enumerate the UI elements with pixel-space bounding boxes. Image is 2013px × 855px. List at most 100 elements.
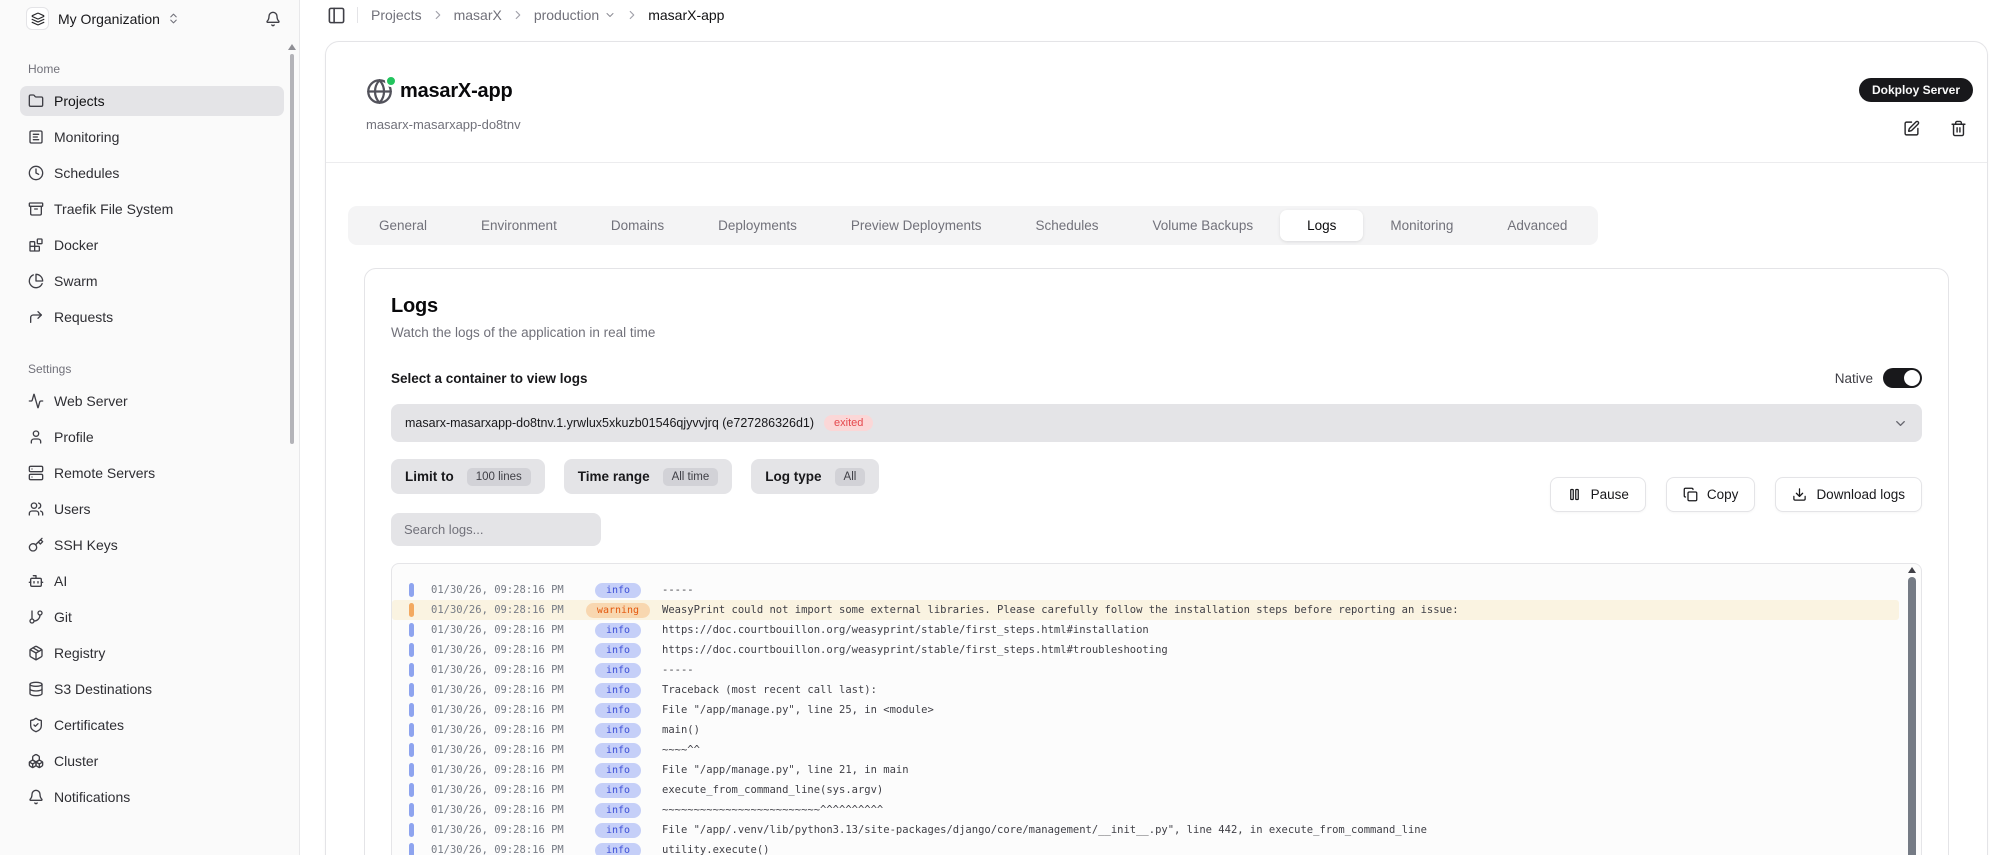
org-switcher[interactable]: My Organization (0, 0, 299, 32)
scrollbar-up-arrow[interactable] (1908, 567, 1916, 573)
sidebar-item-projects[interactable]: Projects (20, 86, 284, 116)
sidebar-item-notifications[interactable]: Notifications (20, 782, 284, 812)
search-logs-input[interactable] (391, 513, 601, 546)
sidebar-item-cluster[interactable]: Cluster (20, 746, 284, 776)
tab-general[interactable]: General (352, 210, 454, 241)
log-row: 01/30/26, 09:28:16 PMinfoFile "/app/mana… (392, 760, 1899, 780)
breadcrumb: Projects masarX production masarX-app (371, 7, 724, 23)
sidebar-item-traefik-file-system[interactable]: Traefik File System (20, 194, 284, 224)
sidebar-item-monitoring[interactable]: Monitoring (20, 122, 284, 152)
git-branch-icon (28, 609, 44, 625)
sidebar-scrollbar[interactable] (288, 44, 296, 444)
edit-button[interactable] (1903, 120, 1920, 137)
sidebar-item-label: AI (54, 573, 67, 589)
tab-schedules[interactable]: Schedules (1008, 210, 1125, 241)
tab-volume-backups[interactable]: Volume Backups (1126, 210, 1281, 241)
log-message: File "/app/manage.py", line 21, in main (662, 764, 909, 776)
container-name: masarx-masarxapp-do8tnv.1.yrwlux5xkuzb01… (405, 416, 814, 430)
breadcrumb-item-projects[interactable]: Projects (371, 7, 422, 23)
scrollbar-up-arrow[interactable] (288, 44, 296, 50)
sidebar-item-web-server[interactable]: Web Server (20, 386, 284, 416)
boxes-icon (28, 753, 44, 769)
tab-deployments[interactable]: Deployments (691, 210, 824, 241)
square-pen-icon (1903, 120, 1920, 137)
log-level-badge: info (595, 683, 641, 698)
sidebar-item-users[interactable]: Users (20, 494, 284, 524)
log-level-bar (409, 823, 414, 837)
log-level-badge: info (595, 663, 641, 678)
log-viewer-scrollbar[interactable] (1907, 567, 1917, 855)
sidebar-item-registry[interactable]: Registry (20, 638, 284, 668)
breadcrumb-dropdown-chevron[interactable] (604, 9, 616, 21)
application-card: masarX-app masarx-masarxapp-do8tnv Dokpl… (325, 41, 1988, 855)
log-timestamp: 01/30/26, 09:28:16 PM (431, 844, 571, 855)
log-timestamp: 01/30/26, 09:28:16 PM (431, 744, 571, 756)
tab-domains[interactable]: Domains (584, 210, 691, 241)
native-toggle[interactable] (1883, 368, 1922, 388)
sidebar-section-label-settings: Settings (20, 362, 284, 376)
log-level-badge: info (595, 763, 641, 778)
download-icon (1792, 487, 1807, 502)
breadcrumb-item-production[interactable]: production (534, 7, 599, 23)
log-row: 01/30/26, 09:28:16 PMinfo----- (392, 660, 1899, 680)
chevrons-up-down-icon (167, 12, 180, 25)
select-chevron (1893, 416, 1908, 431)
sidebar-item-swarm[interactable]: Swarm (20, 266, 284, 296)
sidebar-item-remote-servers[interactable]: Remote Servers (20, 458, 284, 488)
download-logs-button[interactable]: Download logs (1775, 477, 1922, 512)
panel-left-icon (327, 6, 346, 25)
log-level-badge: info (595, 823, 641, 838)
log-level-bar (409, 643, 414, 657)
folder-icon (28, 93, 44, 109)
sidebar-item-label: Certificates (54, 717, 124, 733)
tab-preview-deployments[interactable]: Preview Deployments (824, 210, 1009, 241)
tab-logs[interactable]: Logs (1280, 210, 1363, 241)
sidebar-item-schedules[interactable]: Schedules (20, 158, 284, 188)
log-level-bar (409, 623, 414, 637)
log-row: 01/30/26, 09:28:16 PMinfo~~~~~~~~~~~~~~~… (392, 800, 1899, 820)
sidebar-item-docker[interactable]: Docker (20, 230, 284, 260)
breadcrumb-item-masarx[interactable]: masarX (454, 7, 502, 23)
activity-icon (28, 393, 44, 409)
tab-environment[interactable]: Environment (454, 210, 584, 241)
sidebar-toggle-button[interactable] (327, 6, 346, 25)
log-row: 01/30/26, 09:28:16 PMinfomain() (392, 720, 1899, 740)
breadcrumb-item-masarx-app[interactable]: masarX-app (648, 7, 724, 23)
log-actions: Pause Copy Download logs (1550, 477, 1922, 512)
container-select[interactable]: masarx-masarxapp-do8tnv.1.yrwlux5xkuzb01… (391, 404, 1922, 442)
sidebar: My Organization HomeProjectsMonitoringSc… (0, 0, 300, 855)
log-timestamp: 01/30/26, 09:28:16 PM (431, 784, 571, 796)
pie-chart-icon (28, 273, 44, 289)
tabs: GeneralEnvironmentDomainsDeploymentsPrev… (348, 206, 1598, 245)
copy-button[interactable]: Copy (1666, 477, 1756, 512)
sidebar-item-git[interactable]: Git (20, 602, 284, 632)
filter-limit-to[interactable]: Limit to100 lines (391, 459, 545, 494)
filter-value: 100 lines (467, 468, 531, 486)
tab-advanced[interactable]: Advanced (1480, 210, 1594, 241)
filter-log-type[interactable]: Log typeAll (751, 459, 879, 494)
pause-button[interactable]: Pause (1550, 477, 1646, 512)
delete-button[interactable] (1950, 120, 1967, 137)
sidebar-item-ssh-keys[interactable]: SSH Keys (20, 530, 284, 560)
log-message: ----- (662, 584, 694, 596)
sidebar-item-profile[interactable]: Profile (20, 422, 284, 452)
filter-time-range[interactable]: Time rangeAll time (564, 459, 732, 494)
log-timestamp: 01/30/26, 09:28:16 PM (431, 664, 571, 676)
toggle-knob (1904, 370, 1920, 386)
notifications-bell-button[interactable] (265, 11, 281, 27)
sidebar-item-certificates[interactable]: Certificates (20, 710, 284, 740)
log-row: 01/30/26, 09:28:16 PMinfohttps://doc.cou… (392, 620, 1899, 640)
sidebar-item-ai[interactable]: AI (20, 566, 284, 596)
log-message: ~~~~^^ (662, 744, 700, 756)
breadcrumb-separator (625, 8, 639, 22)
log-message: main() (662, 724, 700, 736)
org-switcher-chevrons[interactable] (167, 12, 180, 25)
log-message: ~~~~~~~~~~~~~~~~~~~~~~~~~^^^^^^^^^^ (662, 804, 883, 816)
log-row: 01/30/26, 09:28:16 PMinfo~~~~^^ (392, 740, 1899, 760)
scrollbar-thumb[interactable] (290, 54, 294, 444)
log-message: execute_from_command_line(sys.argv) (662, 784, 883, 796)
sidebar-item-s3-destinations[interactable]: S3 Destinations (20, 674, 284, 704)
tab-monitoring[interactable]: Monitoring (1363, 210, 1480, 241)
scrollbar-thumb[interactable] (1908, 577, 1916, 855)
sidebar-item-requests[interactable]: Requests (20, 302, 284, 332)
